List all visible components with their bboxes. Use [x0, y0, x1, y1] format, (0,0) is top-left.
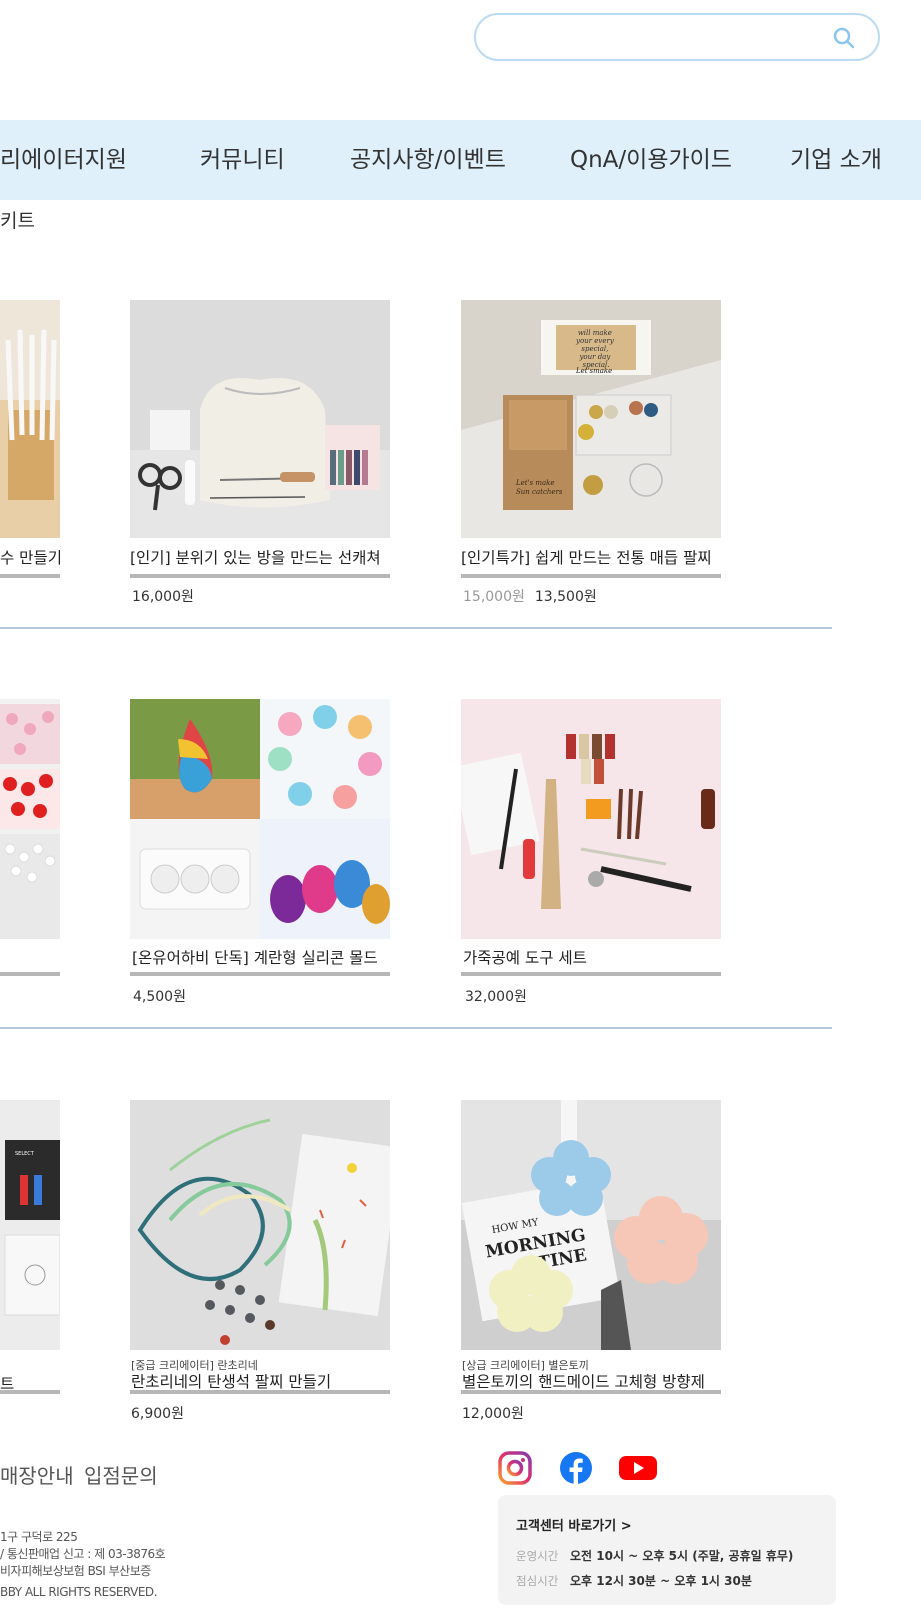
product-underline: [461, 1390, 721, 1394]
product-name[interactable]: [온유어하비 단독] 계란형 실리콘 몰드: [132, 946, 378, 968]
product-underline: [130, 972, 390, 976]
product-old-price: 15,000원: [463, 589, 525, 605]
product-underline: [461, 972, 721, 976]
product-name[interactable]: 란초리네의 탄생석 팔찌 만들기: [131, 1370, 331, 1392]
product-thumb-1[interactable]: [0, 300, 60, 538]
product-thumb-9[interactable]: HOW MY MORNING UTINE: [461, 1100, 721, 1350]
product-price: 15,000원 13,500원: [463, 586, 597, 606]
product-underline: [0, 972, 60, 976]
row-divider: [0, 627, 832, 629]
product-thumb-3[interactable]: will make your every special, your day s…: [461, 300, 721, 538]
search-input[interactable]: [494, 23, 818, 53]
hours-value: 오전 10시 ~ 오후 5시 (주말, 공휴일 휴무): [570, 1549, 794, 1563]
product-underline: [461, 574, 721, 578]
search-box[interactable]: [474, 13, 880, 61]
product-underline: [0, 574, 60, 578]
customer-center-link[interactable]: 고객센터 바로가기 >: [516, 1515, 632, 1534]
product-name[interactable]: [인기] 분위기 있는 방을 만드는 선캐쳐: [130, 546, 381, 568]
product-name[interactable]: 별은토끼의 핸드메이드 고체형 방향제: [462, 1370, 705, 1392]
search-icon[interactable]: [832, 26, 856, 50]
product-thumb-2[interactable]: [130, 300, 390, 538]
nav-item-about[interactable]: 기업 소개: [790, 140, 882, 174]
product-price: 16,000원: [132, 589, 194, 605]
customer-center-box[interactable]: 고객센터 바로가기 > 운영시간 오전 10시 ~ 오후 5시 (주말, 공휴일…: [498, 1495, 836, 1605]
row-divider: [0, 1027, 832, 1029]
product-thumb-4[interactable]: [0, 699, 60, 939]
lunch-label: 점심시간: [516, 1574, 559, 1588]
product-underline: [130, 1390, 390, 1394]
box-title: Let's make: [515, 479, 555, 487]
lunch-value: 오후 12시 30분 ~ 오후 1시 30분: [570, 1574, 752, 1588]
product-name[interactable]: 수 만들기: [0, 546, 62, 568]
product-thumb-5[interactable]: [130, 699, 390, 939]
product-sale-price: 13,500원: [534, 589, 597, 605]
product-thumb-7[interactable]: SELECT: [0, 1100, 60, 1350]
footer-link-inquiry[interactable]: 입점문의: [84, 1460, 158, 1489]
product-thumb-8[interactable]: [130, 1100, 390, 1350]
nav-item-community[interactable]: 커뮤니티: [200, 140, 285, 174]
product-thumb-6[interactable]: [461, 699, 721, 939]
product-price: 12,000원: [462, 1406, 524, 1422]
product-name[interactable]: [인기특가] 쉽게 만드는 전통 매듭 팔찌: [461, 546, 712, 568]
product-underline: [130, 574, 390, 578]
footer-copyright: BBY ALL RIGHTS RESERVED.: [0, 1585, 157, 1599]
main-nav: 리에이터지원 커뮤니티 공지사항/이벤트 QnA/이용가이드 기업 소개: [0, 120, 921, 200]
footer-address: 1구 구덕로 225: [0, 1530, 78, 1544]
category-title: 키트: [0, 210, 35, 232]
product-name[interactable]: 가죽공예 도구 세트: [463, 946, 587, 968]
box-subtitle: Sun catchers: [516, 488, 563, 496]
nav-item-notice-event[interactable]: 공지사항/이벤트: [350, 140, 506, 174]
facebook-icon[interactable]: [559, 1451, 593, 1485]
hours-label: 운영시간: [516, 1549, 559, 1563]
product-price: 4,500원: [133, 989, 186, 1005]
product-price: 32,000원: [465, 989, 527, 1005]
product-price: 6,900원: [131, 1406, 184, 1422]
nav-item-creator-support[interactable]: 리에이터지원: [0, 140, 127, 174]
bottle-label: SELECT: [15, 1151, 35, 1157]
product-underline: [0, 1390, 60, 1394]
instagram-icon[interactable]: [498, 1451, 532, 1485]
youtube-icon[interactable]: [618, 1451, 658, 1485]
nav-item-qna-guide[interactable]: QnA/이용가이드: [570, 140, 732, 174]
footer-insurance: 비자피해보상보험 BSI 부산보증: [0, 1564, 151, 1578]
footer-link-store[interactable]: 매장안내: [0, 1460, 74, 1489]
brand-text: Let'smake: [575, 367, 612, 375]
footer-registration: / 통신판매업 신고 : 제 03-3876호: [0, 1547, 166, 1561]
